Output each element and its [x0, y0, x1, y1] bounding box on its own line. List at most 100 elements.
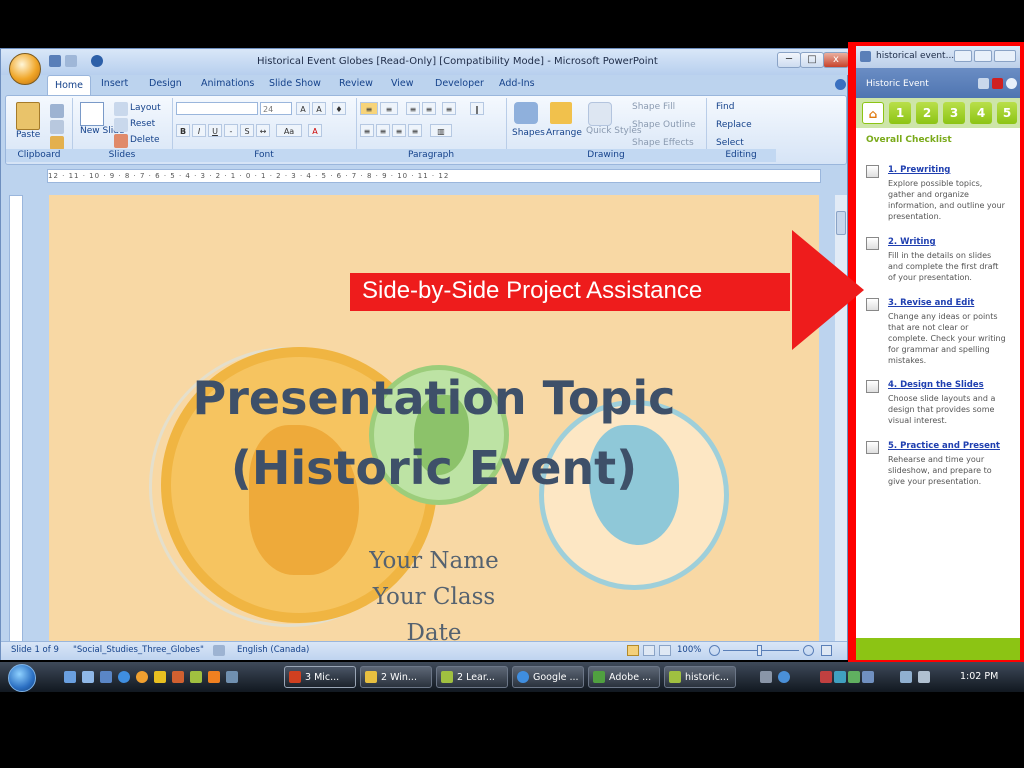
taskbar-button-historic[interactable]: historic... [664, 666, 736, 688]
checkbox[interactable] [866, 380, 879, 393]
tab-insert[interactable]: Insert [101, 78, 128, 89]
minimize-button[interactable]: ─ [777, 52, 801, 68]
messenger-icon[interactable] [154, 671, 166, 683]
firefox-icon[interactable] [136, 671, 148, 683]
tab-step-4[interactable]: 4 [970, 102, 992, 124]
tray-icon[interactable] [834, 671, 846, 683]
quick-styles-icon[interactable] [588, 102, 612, 126]
ie-icon[interactable] [118, 671, 130, 683]
taskbar-button-powerpoint[interactable]: 3 Mic... [284, 666, 356, 688]
checklist-item-link[interactable]: 5. Practice and Present [888, 441, 1000, 451]
undo-icon[interactable] [65, 55, 77, 67]
find-button[interactable]: Find [716, 102, 734, 112]
app-icon[interactable] [172, 671, 184, 683]
tray-icon[interactable] [900, 671, 912, 683]
paste-button[interactable]: Paste [16, 130, 40, 140]
redo-icon[interactable] [91, 55, 103, 67]
copy-icon[interactable] [50, 120, 64, 134]
close-icon[interactable] [992, 78, 1003, 89]
close-button[interactable]: x [823, 52, 849, 68]
change-case-icon[interactable]: Aa [276, 124, 302, 137]
spellcheck-icon[interactable] [213, 645, 225, 656]
numbering-icon[interactable]: ≡ [380, 102, 398, 115]
tab-home[interactable]: Home [47, 75, 91, 96]
sorter-view-icon[interactable] [643, 645, 655, 656]
app-icon[interactable] [226, 671, 238, 683]
shrink-font-icon[interactable]: A [312, 102, 326, 115]
taskbar-button-windows[interactable]: 2 Win... [360, 666, 432, 688]
paste-icon[interactable] [16, 102, 40, 130]
tab-review[interactable]: Review [339, 78, 373, 89]
save-icon[interactable] [49, 55, 61, 67]
zoom-level[interactable]: 100% [677, 645, 701, 655]
columns-menu-icon[interactable]: ▥ [430, 124, 452, 137]
line-spacing-icon[interactable]: ≡ [442, 102, 456, 115]
tab-developer[interactable]: Developer [435, 78, 484, 89]
pane-maximize-button[interactable] [974, 50, 992, 62]
delete-button[interactable]: Delete [130, 135, 160, 145]
shapes-icon[interactable] [514, 102, 538, 124]
grow-font-icon[interactable]: A [296, 102, 310, 115]
tray-icon[interactable] [848, 671, 860, 683]
checklist-item-link[interactable]: 3. Revise and Edit [888, 298, 974, 308]
font-color-icon[interactable]: A [308, 124, 322, 137]
taskbar-button-google[interactable]: Google ... [512, 666, 584, 688]
checkbox[interactable] [866, 441, 879, 454]
font-size-box[interactable]: 24 [260, 102, 292, 115]
bold-icon[interactable]: B [176, 124, 190, 137]
tab-slide-show[interactable]: Slide Show [269, 78, 321, 89]
bullets-icon[interactable]: ≡ [360, 102, 378, 115]
arrange-icon[interactable] [550, 102, 572, 124]
select-button[interactable]: Select [716, 138, 744, 148]
checkbox[interactable] [866, 237, 879, 250]
underline-icon[interactable]: U [208, 124, 222, 137]
tray-icon[interactable] [760, 671, 772, 683]
arrange-button[interactable]: Arrange [546, 128, 582, 138]
spacing-icon[interactable]: ↔ [256, 124, 270, 137]
help-icon[interactable] [1006, 78, 1017, 89]
volume-icon[interactable] [918, 671, 930, 683]
font-name-box[interactable] [176, 102, 258, 115]
strikethrough-icon[interactable]: - [224, 124, 238, 137]
shapes-button[interactable]: Shapes [512, 128, 545, 138]
cut-icon[interactable] [50, 104, 64, 118]
maximize-button[interactable]: □ [800, 52, 824, 68]
clear-format-icon[interactable]: ♦ [332, 102, 346, 115]
show-desktop-icon[interactable] [64, 671, 76, 683]
slide-subtitle[interactable]: Your Name Your Class Date [309, 543, 559, 641]
reset-button[interactable]: Reset [130, 119, 155, 129]
language[interactable]: English (Canada) [237, 645, 309, 655]
tab-animations[interactable]: Animations [201, 78, 254, 89]
normal-view-icon[interactable] [627, 645, 639, 656]
book-icon[interactable] [978, 78, 989, 89]
tab-view[interactable]: View [391, 78, 414, 89]
align-right-icon[interactable]: ≡ [392, 124, 406, 137]
shadow-icon[interactable]: S [240, 124, 254, 137]
decrease-indent-icon[interactable]: ≡ [406, 102, 420, 115]
new-slide-button[interactable]: New Slide [80, 126, 124, 136]
taskbar-button-learn[interactable]: 2 Lear... [436, 666, 508, 688]
media-icon[interactable] [208, 671, 220, 683]
checklist-item-link[interactable]: 1. Prewriting [888, 165, 950, 175]
pane-minimize-button[interactable] [954, 50, 972, 62]
network-icon[interactable] [862, 671, 874, 683]
quick-styles-button[interactable]: Quick Styles [586, 126, 642, 136]
tab-home-icon[interactable]: ⌂ [862, 102, 884, 124]
slide-title[interactable]: Presentation Topic (Historic Event) [109, 363, 759, 503]
switch-windows-icon[interactable] [82, 671, 94, 683]
checkbox[interactable] [866, 298, 879, 311]
taskbar-button-adobe[interactable]: Adobe ... [588, 666, 660, 688]
tab-step-3[interactable]: 3 [943, 102, 965, 124]
help-icon[interactable] [778, 671, 790, 683]
format-painter-icon[interactable] [50, 136, 64, 150]
layout-button[interactable]: Layout [130, 103, 161, 113]
tab-step-5[interactable]: 5 [997, 102, 1017, 124]
app-icon[interactable] [190, 671, 202, 683]
replace-button[interactable]: Replace [716, 120, 752, 130]
justify-icon[interactable]: ≡ [408, 124, 422, 137]
tab-add-ins[interactable]: Add-Ins [499, 78, 535, 89]
tab-design[interactable]: Design [149, 78, 182, 89]
shape-effects-button[interactable]: Shape Effects [632, 138, 694, 148]
italic-icon[interactable]: I [192, 124, 206, 137]
zoom-slider-handle[interactable] [757, 645, 762, 656]
